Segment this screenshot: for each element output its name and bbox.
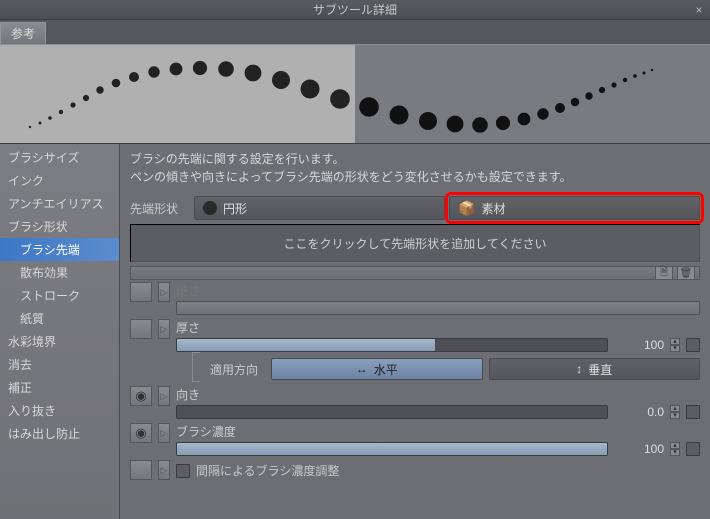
bracket-icon	[192, 352, 200, 382]
tip-shape-circle-button[interactable]: 円形	[194, 196, 445, 220]
close-icon[interactable]: ×	[692, 3, 706, 17]
sidebar-item-correction[interactable]: 補正	[0, 376, 119, 399]
density-label: ブラシ濃度	[176, 423, 700, 440]
visibility-toggle-spacing-adjust[interactable]	[130, 460, 152, 480]
spacing-adjust-checkbox[interactable]	[176, 464, 190, 478]
density-value: 100	[614, 442, 664, 456]
direction-vertical-button[interactable]: ↕ 垂直	[489, 358, 701, 380]
reference-tab[interactable]: 参考	[0, 22, 46, 44]
expand-angle[interactable]: ▷	[158, 386, 170, 406]
expand-density[interactable]: ▷	[158, 423, 170, 443]
tip-shape-label: 先端形状	[130, 200, 190, 217]
hardness-label: 硬さ	[176, 282, 700, 299]
circle-icon	[203, 201, 217, 215]
tip-material-toolbar: 🗎 🗑	[130, 266, 700, 280]
density-dynamics-checkbox[interactable]	[686, 442, 700, 456]
preview-light	[0, 45, 355, 143]
sidebar-item-stroke[interactable]: ストローク	[0, 284, 119, 307]
sidebar-item-scatter[interactable]: 散布効果	[0, 261, 119, 284]
doc-icon[interactable]: 🗎	[655, 266, 673, 280]
vertical-icon: ↕	[576, 362, 582, 376]
material-icon: 📦	[458, 200, 475, 217]
settings-panel: ブラシの先端に関する設定を行います。 ペンの傾きや向きによってブラシ先端の形状を…	[120, 144, 710, 519]
apply-direction-label: 適用方向	[210, 361, 265, 378]
sidebar-item-antialias[interactable]: アンチエイリアス	[0, 192, 119, 215]
angle-stepper[interactable]: ▴▾	[670, 405, 680, 419]
tip-shape-circle-label: 円形	[223, 200, 247, 217]
brush-preview	[0, 44, 710, 144]
sidebar-item-ink[interactable]: インク	[0, 169, 119, 192]
thickness-value: 100	[614, 338, 664, 352]
visibility-toggle-thickness[interactable]	[130, 319, 152, 339]
thickness-dynamics-checkbox[interactable]	[686, 338, 700, 352]
thickness-stepper[interactable]: ▴▾	[670, 338, 680, 352]
direction-horizontal-button[interactable]: ↔ 水平	[271, 358, 483, 380]
preview-dark	[355, 45, 710, 143]
sidebar-item-brush-shape[interactable]: ブラシ形状	[0, 215, 119, 238]
visibility-toggle-angle[interactable]: ◉	[130, 386, 152, 406]
category-sidebar: ブラシサイズ インク アンチエイリアス ブラシ形状 ブラシ先端 散布効果 ストロ…	[0, 144, 120, 519]
reference-strip: 参考	[0, 20, 710, 144]
angle-dynamics-checkbox[interactable]	[686, 405, 700, 419]
tip-shape-material-label: 素材	[481, 200, 505, 217]
panel-description: ブラシの先端に関する設定を行います。 ペンの傾きや向きによってブラシ先端の形状を…	[130, 150, 700, 186]
tip-shape-material-button[interactable]: 📦 素材	[449, 196, 700, 220]
window-title: サブツール詳細	[313, 1, 397, 18]
angle-value: 0.0	[614, 405, 664, 419]
visibility-toggle-density[interactable]: ◉	[130, 423, 152, 443]
angle-label: 向き	[176, 386, 700, 403]
sidebar-item-brush-tip[interactable]: ブラシ先端	[0, 238, 119, 261]
tip-material-drop-zone[interactable]: ここをクリックして先端形状を追加してください	[130, 224, 700, 262]
sidebar-item-brush-size[interactable]: ブラシサイズ	[0, 146, 119, 169]
trash-icon[interactable]: 🗑	[677, 266, 695, 280]
sidebar-item-watercolor-edge[interactable]: 水彩境界	[0, 330, 119, 353]
expand-spacing-adjust[interactable]: ▷	[158, 460, 170, 480]
sidebar-item-erase[interactable]: 消去	[0, 353, 119, 376]
density-stepper[interactable]: ▴▾	[670, 442, 680, 456]
expand-thickness[interactable]: ▷	[158, 319, 170, 339]
density-slider[interactable]	[176, 442, 608, 456]
desc-line1: ブラシの先端に関する設定を行います。	[130, 150, 700, 168]
sidebar-item-overflow-prevent[interactable]: はみ出し防止	[0, 422, 119, 445]
title-bar: サブツール詳細 ×	[0, 0, 710, 20]
spacing-adjust-label: 間隔によるブラシ濃度調整	[196, 462, 339, 479]
thickness-label: 厚さ	[176, 319, 700, 336]
expand-hardness[interactable]: ▷	[158, 282, 170, 302]
horizontal-icon: ↔	[356, 362, 368, 376]
sidebar-item-inout[interactable]: 入り抜き	[0, 399, 119, 422]
thickness-slider[interactable]	[176, 338, 608, 352]
angle-slider[interactable]	[176, 405, 608, 419]
visibility-toggle-hardness[interactable]	[130, 282, 152, 302]
hardness-slider	[176, 301, 700, 315]
sidebar-item-paper[interactable]: 紙質	[0, 307, 119, 330]
desc-line2: ペンの傾きや向きによってブラシ先端の形状をどう変化させるかも設定できます。	[130, 168, 700, 186]
